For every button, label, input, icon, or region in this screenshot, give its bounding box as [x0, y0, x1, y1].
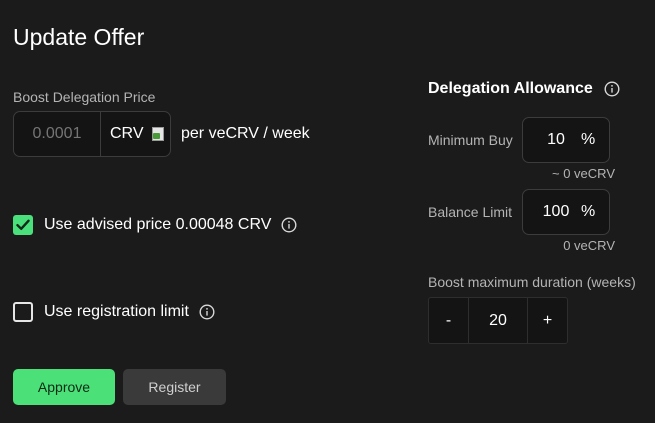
balance-limit-label: Balance Limit [428, 204, 513, 220]
registration-limit-checkbox[interactable] [13, 302, 33, 322]
balance-limit-unit: % [581, 203, 596, 220]
registration-limit-label: Use registration limit [44, 303, 189, 320]
minimum-buy-input[interactable]: 10 % [522, 117, 610, 163]
info-icon[interactable] [604, 81, 620, 97]
approve-button[interactable]: Approve [13, 369, 115, 405]
token-image-icon [151, 126, 166, 142]
boost-price-label: Boost Delegation Price [13, 89, 156, 105]
advised-price-checkbox[interactable] [13, 215, 33, 235]
price-input-group: CRV [13, 111, 171, 157]
token-display: CRV [101, 112, 170, 156]
increment-button[interactable]: + [528, 298, 567, 343]
minimum-buy-note: ~ 0 veCRV [552, 166, 615, 181]
token-symbol: CRV [110, 125, 144, 142]
advised-price-label: Use advised price 0.00048 CRV [44, 216, 272, 233]
registration-limit-row: Use registration limit [13, 302, 215, 322]
balance-limit-note: 0 veCRV [563, 238, 615, 253]
duration-stepper: - 20 + [428, 297, 568, 344]
info-icon[interactable] [199, 304, 215, 320]
price-unit-text: per veCRV / week [181, 125, 310, 142]
info-icon[interactable] [281, 217, 297, 233]
minimum-buy-unit: % [581, 131, 596, 148]
page-title: Update Offer [13, 24, 145, 50]
duration-label: Boost maximum duration (weeks) [428, 274, 636, 290]
check-icon [16, 219, 30, 230]
minimum-buy-label: Minimum Buy [428, 132, 513, 148]
delegation-allowance-heading: Delegation Allowance [428, 80, 620, 98]
price-input[interactable] [14, 112, 101, 156]
decrement-button[interactable]: - [429, 298, 468, 343]
register-button[interactable]: Register [123, 369, 226, 405]
advised-price-row: Use advised price 0.00048 CRV [13, 215, 297, 235]
delegation-allowance-title: Delegation Allowance [428, 80, 593, 97]
duration-value[interactable]: 20 [468, 298, 528, 343]
minimum-buy-value: 10 [547, 131, 565, 148]
balance-limit-input[interactable]: 100 % [522, 189, 610, 235]
balance-limit-value: 100 [542, 203, 570, 220]
